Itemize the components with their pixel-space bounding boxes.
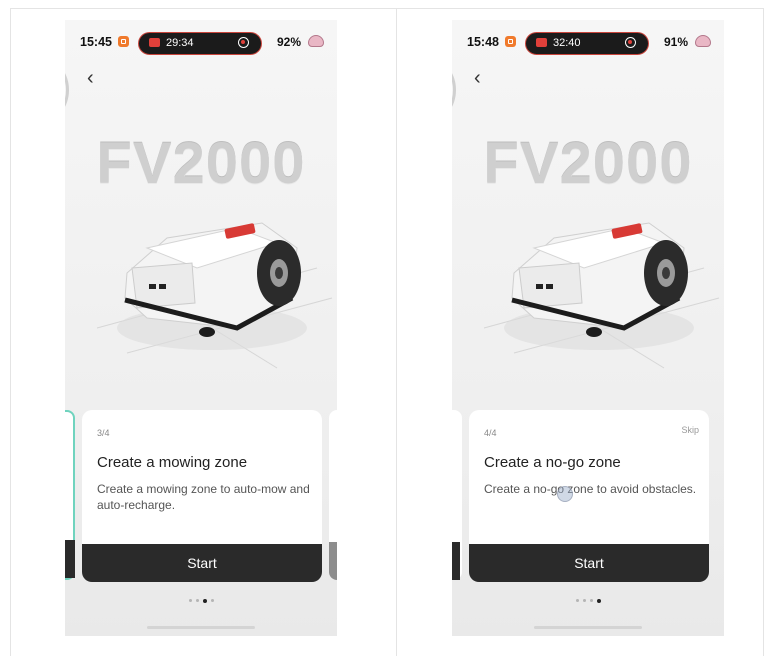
page-dot bbox=[589, 599, 593, 603]
page-indicator bbox=[452, 592, 724, 610]
card-title: Create a mowing zone bbox=[97, 454, 248, 471]
onboarding-card: 3/4 Create a mowing zone Create a mowing… bbox=[82, 410, 322, 582]
page-dot bbox=[195, 599, 199, 603]
status-time: 15:48 bbox=[467, 35, 499, 49]
start-button[interactable]: Start bbox=[469, 544, 709, 582]
card-title: Create a no-go zone bbox=[484, 454, 621, 471]
status-time: 15:45 bbox=[80, 35, 112, 49]
next-card-edge[interactable] bbox=[329, 410, 337, 580]
previous-item-edge bbox=[65, 60, 69, 120]
video-camera-icon bbox=[149, 38, 160, 47]
app-badge-icon bbox=[505, 36, 516, 47]
page-dot bbox=[188, 599, 192, 603]
step-counter: 4/4 bbox=[484, 428, 497, 438]
panel-divider bbox=[396, 8, 397, 656]
record-stop-icon[interactable] bbox=[625, 37, 636, 48]
page-dot bbox=[575, 599, 579, 603]
skip-link[interactable]: Skip bbox=[681, 425, 699, 435]
recording-time: 29:34 bbox=[166, 37, 194, 49]
robot-mower-image bbox=[483, 222, 720, 369]
battery-icon bbox=[308, 35, 324, 47]
status-bar: 15:48 32:40 91% bbox=[452, 32, 724, 58]
app-badge-icon bbox=[118, 36, 129, 47]
previous-card-edge[interactable] bbox=[65, 410, 75, 580]
onboarding-card: 4/4 Skip Create a no-go zone Create a no… bbox=[469, 410, 709, 582]
screen-recording-pill[interactable]: 29:34 bbox=[138, 32, 262, 55]
card-description: Create a no-go zone to avoid obstacles. bbox=[484, 482, 697, 496]
start-button[interactable]: Start bbox=[82, 544, 322, 582]
phone-screen-1: 15:45 29:34 92% ‹ FV2000 3/4 Create a mo… bbox=[65, 20, 337, 636]
record-stop-icon[interactable] bbox=[238, 37, 249, 48]
chevron-left-icon[interactable]: ‹ bbox=[474, 68, 481, 88]
touch-indicator bbox=[557, 486, 573, 502]
phone-screen-2: 15:48 32:40 91% ‹ FV2000 4/4 Skip Create… bbox=[452, 20, 724, 636]
step-counter: 3/4 bbox=[97, 428, 110, 438]
video-camera-icon bbox=[536, 38, 547, 47]
status-bar: 15:45 29:34 92% bbox=[65, 32, 337, 58]
page-indicator bbox=[65, 592, 337, 610]
page-dot-active bbox=[202, 598, 207, 603]
home-indicator[interactable] bbox=[534, 626, 642, 629]
previous-item-edge bbox=[452, 60, 456, 120]
card-description: Create a mowing zone to auto-mow and aut… bbox=[97, 482, 310, 512]
battery-percent: 92% bbox=[277, 35, 302, 49]
recording-time: 32:40 bbox=[553, 37, 581, 49]
home-indicator[interactable] bbox=[147, 626, 255, 629]
page-dot bbox=[210, 599, 214, 603]
battery-percent: 91% bbox=[664, 35, 689, 49]
page-dot bbox=[582, 599, 586, 603]
battery-icon bbox=[695, 35, 711, 47]
previous-card-edge[interactable] bbox=[452, 410, 462, 580]
robot-mower-image bbox=[96, 222, 333, 369]
page-dot-active bbox=[596, 598, 601, 603]
chevron-left-icon[interactable]: ‹ bbox=[87, 68, 94, 88]
screen-recording-pill[interactable]: 32:40 bbox=[525, 32, 649, 55]
